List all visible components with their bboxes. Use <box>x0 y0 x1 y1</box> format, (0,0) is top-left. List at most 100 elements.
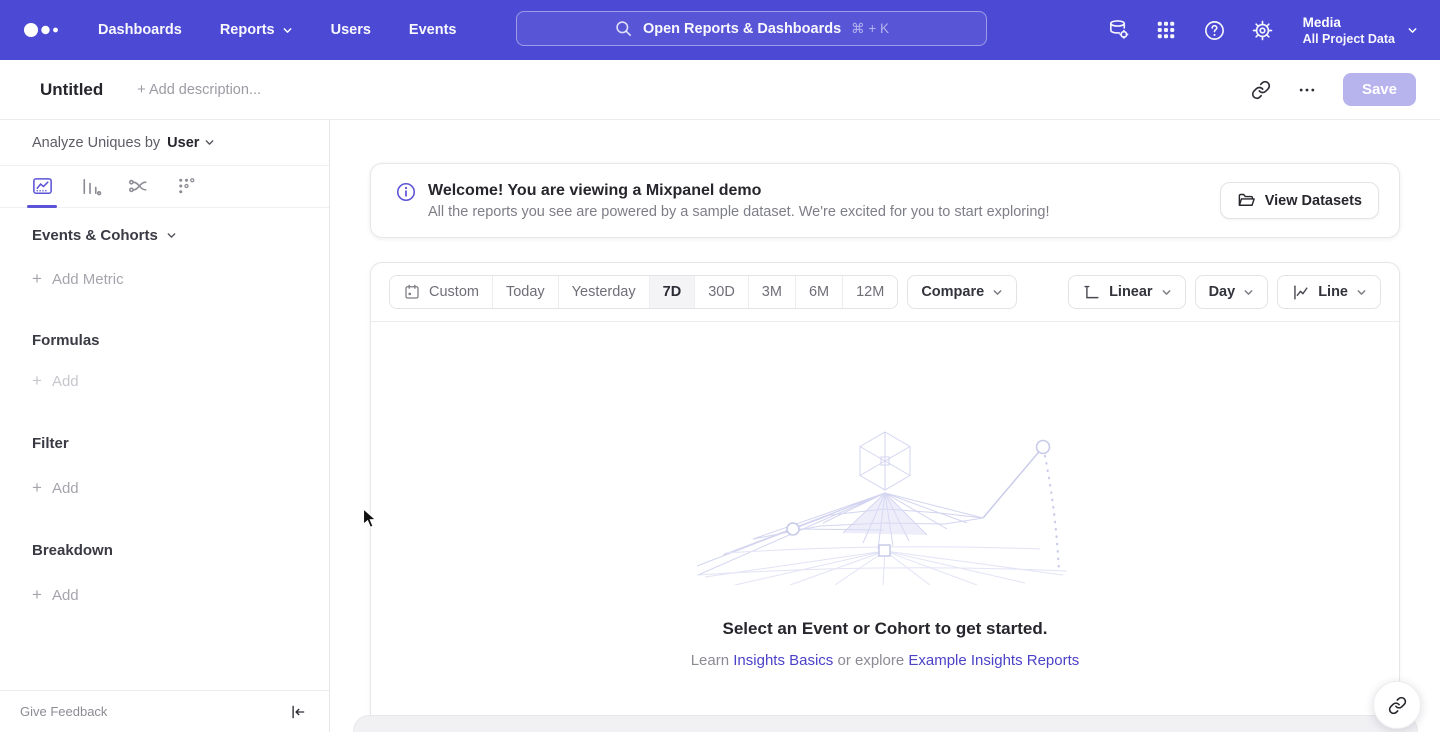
section-title: Filter <box>32 435 69 452</box>
funnels-bars-icon <box>79 175 102 198</box>
linear-axis-icon <box>1082 283 1101 302</box>
report-header-actions: Save <box>1251 73 1416 106</box>
mixpanel-logo-icon <box>22 18 62 42</box>
nav-item-dashboards[interactable]: Dashboards <box>98 22 182 38</box>
range-label: 12M <box>856 284 884 300</box>
more-options-icon[interactable] <box>1297 80 1317 100</box>
date-range-segmented-control: Custom Today Yesterday 7D 30D 3M 6M 12M <box>389 275 898 309</box>
flows-icon <box>127 175 150 198</box>
add-filter-button[interactable]: + Add <box>32 478 329 498</box>
nav-item-users[interactable]: Users <box>331 22 371 38</box>
range-7d-button[interactable]: 7D <box>649 276 695 308</box>
chevron-down-icon <box>1407 25 1418 36</box>
insights-basics-link[interactable]: Insights Basics <box>733 652 833 669</box>
save-button[interactable]: Save <box>1343 73 1416 106</box>
project-switcher[interactable]: Media All Project Data <box>1303 14 1418 47</box>
nav-item-label: Reports <box>220 22 275 38</box>
range-today-button[interactable]: Today <box>492 276 558 308</box>
add-description-field[interactable]: + Add description... <box>137 82 261 98</box>
search-shortcut: ⌘ + K <box>851 21 889 37</box>
plus-icon: + <box>32 585 42 605</box>
chevron-down-icon <box>1161 287 1172 298</box>
example-reports-link[interactable]: Example Insights Reports <box>908 652 1079 669</box>
add-formula-button[interactable]: + Add <box>32 371 329 391</box>
tab-flows[interactable] <box>126 172 150 202</box>
empty-state-illustration <box>695 425 1075 585</box>
search-placeholder: Open Reports & Dashboards <box>643 21 841 37</box>
help-icon[interactable] <box>1203 19 1226 42</box>
chart-type-select[interactable]: Line <box>1277 275 1381 309</box>
interval-label: Day <box>1209 284 1236 300</box>
compare-button[interactable]: Compare <box>907 275 1017 309</box>
collapse-sidebar-icon[interactable] <box>289 703 307 721</box>
mixpanel-logo[interactable] <box>22 18 62 42</box>
link-icon <box>1388 696 1407 715</box>
scale-select[interactable]: Linear <box>1068 275 1186 309</box>
apps-grid-icon[interactable] <box>1155 19 1178 42</box>
data-management-icon[interactable] <box>1107 19 1130 42</box>
add-breakdown-button[interactable]: + Add <box>32 585 329 605</box>
chart-toolbar: Custom Today Yesterday 7D 30D 3M 6M 12M … <box>371 263 1399 322</box>
range-yesterday-button[interactable]: Yesterday <box>558 276 649 308</box>
range-label: Yesterday <box>572 284 636 300</box>
sidebar-footer: Give Feedback <box>0 690 329 732</box>
section-title: Formulas <box>32 332 100 349</box>
section-formulas: Formulas + Add <box>0 332 329 391</box>
mixpanel-insights-page: Dashboards Reports Users Events Open Rep… <box>0 0 1440 732</box>
retention-grid-icon <box>175 175 198 198</box>
insights-line-icon <box>31 175 54 198</box>
interval-select[interactable]: Day <box>1195 275 1269 309</box>
range-3m-button[interactable]: 3M <box>748 276 795 308</box>
add-label: Add Metric <box>52 271 124 288</box>
results-panel-peek[interactable] <box>353 715 1418 732</box>
analyze-row: Analyze Uniques by User <box>0 120 329 166</box>
nav-item-events[interactable]: Events <box>409 22 457 38</box>
tab-retention[interactable] <box>174 172 198 202</box>
empty-state-subtitle: Learn Insights Basics or explore Example… <box>691 652 1080 669</box>
view-datasets-button[interactable]: View Datasets <box>1220 182 1379 219</box>
give-feedback-link[interactable]: Give Feedback <box>20 704 107 719</box>
report-title[interactable]: Untitled <box>40 80 103 100</box>
range-12m-button[interactable]: 12M <box>842 276 897 308</box>
gear-icon[interactable] <box>1251 19 1274 42</box>
range-label: Custom <box>429 284 479 300</box>
project-scope: All Project Data <box>1303 31 1395 47</box>
add-metric-button[interactable]: + Add Metric <box>32 269 329 289</box>
plus-icon: + <box>32 371 42 391</box>
line-chart-icon <box>1291 283 1310 302</box>
view-datasets-label: View Datasets <box>1265 193 1362 209</box>
learn-prefix: Learn <box>691 652 729 669</box>
nav-item-label: Users <box>331 22 371 38</box>
range-label: 7D <box>663 284 682 300</box>
range-custom-button[interactable]: Custom <box>390 276 492 308</box>
scale-label: Linear <box>1109 284 1153 300</box>
empty-state: Select an Event or Cohort to get started… <box>371 323 1399 732</box>
add-label: Add <box>52 480 79 497</box>
tab-funnels[interactable] <box>78 172 102 202</box>
add-label: Add <box>52 373 79 390</box>
report-type-tabs <box>0 166 329 208</box>
nav-right-group: Media All Project Data <box>1107 0 1418 60</box>
copy-link-icon[interactable] <box>1251 80 1271 100</box>
section-title-row[interactable]: Events & Cohorts <box>32 227 329 244</box>
range-label: Today <box>506 284 545 300</box>
range-30d-button[interactable]: 30D <box>694 276 748 308</box>
insights-chart-card: Custom Today Yesterday 7D 30D 3M 6M 12M … <box>370 262 1400 732</box>
chart-type-label: Line <box>1318 284 1348 300</box>
nav-item-reports[interactable]: Reports <box>220 22 293 38</box>
plus-icon: + <box>32 478 42 498</box>
global-search-button[interactable]: Open Reports & Dashboards ⌘ + K <box>516 11 987 46</box>
chevron-down-icon <box>992 287 1003 298</box>
analyze-by-select[interactable]: User <box>167 135 215 151</box>
empty-state-title: Select an Event or Cohort to get started… <box>723 619 1048 639</box>
share-link-fab[interactable] <box>1373 681 1421 729</box>
project-info: Media All Project Data <box>1303 14 1395 47</box>
project-name: Media <box>1303 14 1395 31</box>
range-6m-button[interactable]: 6M <box>795 276 842 308</box>
range-label: 30D <box>708 284 735 300</box>
section-title: Breakdown <box>32 542 113 559</box>
chevron-down-icon <box>1356 287 1367 298</box>
tab-insights[interactable] <box>30 172 54 202</box>
analyze-prefix: Analyze Uniques by <box>32 135 160 151</box>
section-filter: Filter + Add <box>0 435 329 498</box>
